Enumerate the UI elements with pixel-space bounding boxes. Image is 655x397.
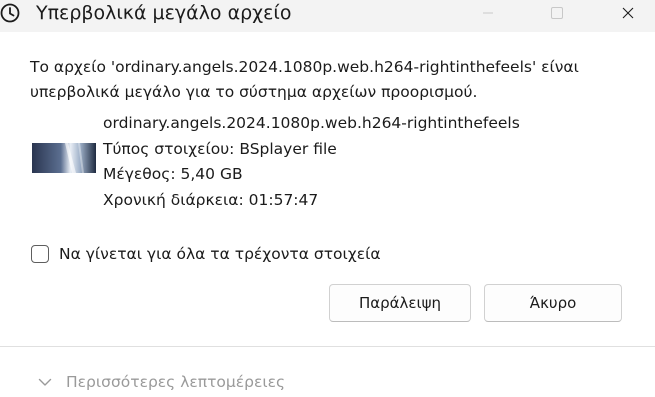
file-thumbnail <box>32 143 96 173</box>
more-details-toggle[interactable]: Περισσότερες λεπτομέρειες <box>38 373 285 391</box>
close-icon <box>622 7 634 19</box>
chevron-down-icon <box>38 378 52 386</box>
apply-to-all-row[interactable]: Να γίνεται για όλα τα τρέχοντα στοιχεία <box>31 245 381 263</box>
file-too-large-dialog: Υπερβολικά μεγάλο αρχείο Το αρχείο 'ordi… <box>0 0 655 397</box>
window-title: Υπερβολικά μεγάλο αρχείο <box>36 2 292 24</box>
apply-to-all-checkbox[interactable] <box>31 245 49 263</box>
file-size: Μέγεθος: 5,40 GB <box>103 165 243 183</box>
minimize-button[interactable] <box>465 0 511 26</box>
file-info: ordinary.angels.2024.1080p.web.h264-righ… <box>103 111 520 213</box>
clock-icon <box>0 3 20 23</box>
file-name: ordinary.angels.2024.1080p.web.h264-righ… <box>103 114 520 132</box>
message-line-1: Το αρχείο 'ordinary.angels.2024.1080p.we… <box>30 58 579 76</box>
maximize-icon <box>551 7 563 19</box>
more-details-label: Περισσότερες λεπτομέρειες <box>66 373 286 391</box>
error-message: Το αρχείο 'ordinary.angels.2024.1080p.we… <box>30 55 630 105</box>
file-duration: Χρονική διάρκεια: 01:57:47 <box>103 190 319 209</box>
skip-button[interactable]: Παράλειψη <box>329 284 471 322</box>
cancel-button[interactable]: Άκυρο <box>484 284 622 322</box>
message-line-2: υπερβολικά μεγάλο για το σύστημα αρχείων… <box>30 83 478 101</box>
title-bar[interactable]: Υπερβολικά μεγάλο αρχείο <box>0 0 655 32</box>
file-type: Τύπος στοιχείου: BSplayer file <box>103 139 337 158</box>
maximize-button[interactable] <box>534 0 580 26</box>
close-button[interactable] <box>605 0 651 26</box>
apply-to-all-label: Να γίνεται για όλα τα τρέχοντα στοιχεία <box>59 245 381 263</box>
minimize-icon <box>483 12 493 14</box>
